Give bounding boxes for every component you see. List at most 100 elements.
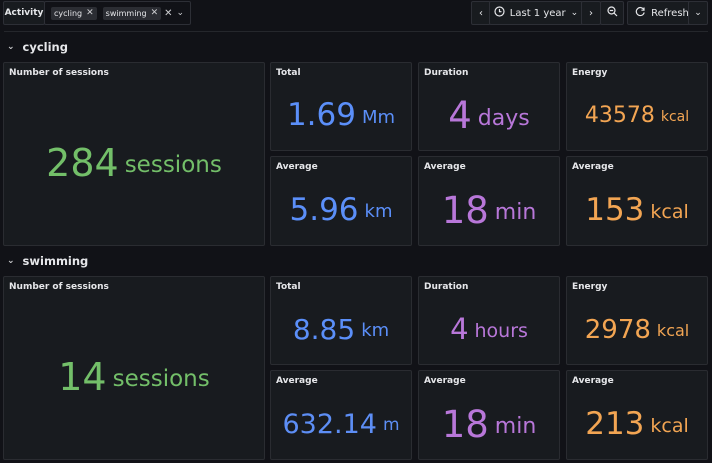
stat-number: 5.96 (289, 191, 359, 228)
stat-number: 1.69 (286, 97, 356, 133)
chevron-down-icon[interactable]: ⌄ (7, 42, 15, 52)
stat-number: 43578 (584, 102, 655, 128)
panel-title: Total (276, 68, 301, 78)
panel-title: Average (276, 162, 318, 172)
panel-average-energy: Average 153 kcal (566, 156, 708, 246)
panel-average-distance: Average 5.96 km (270, 156, 412, 246)
panel-sessions: Number of sessions 284 sessions (3, 62, 265, 246)
stat-value: 153 kcal (567, 175, 707, 245)
stat-unit: m (382, 415, 400, 435)
panel-total: Total 1.69 Mm (270, 62, 412, 151)
panel-title: Total (276, 282, 301, 292)
stat-value: 5.96 km (271, 175, 411, 245)
stat-unit: min (494, 200, 537, 225)
panel-title: Duration (424, 282, 469, 292)
row-title: swimming (22, 254, 89, 268)
divider (4, 31, 708, 32)
stat-value: 213 kcal (567, 389, 707, 459)
stat-number: 18 (441, 402, 489, 446)
refresh-interval-dropdown[interactable]: ⌄ (688, 1, 708, 25)
stat-value: 2978 kcal (567, 295, 707, 364)
panel-title: Average (572, 162, 614, 172)
activity-variable-label: Activity (3, 1, 45, 25)
clear-icon[interactable]: ✕ (164, 8, 172, 19)
panel-average-distance: Average 632.14 m (270, 370, 412, 460)
refresh-icon (635, 6, 646, 20)
chip-cycling[interactable]: cycling ✕ (51, 6, 97, 20)
stat-value: 14 sessions (4, 295, 264, 459)
stat-value: 18 min (419, 175, 559, 245)
panel-title: Duration (424, 68, 469, 78)
chevron-down-icon: ⌄ (694, 8, 702, 18)
panel-duration: Duration 4 hours (418, 276, 560, 365)
chevron-down-icon: ⌄ (570, 8, 579, 18)
chip-swimming[interactable]: swimming ✕ (102, 6, 162, 20)
panel-total: Total 8.85 km (270, 276, 412, 365)
stat-number: 14 (58, 355, 107, 399)
stat-unit: kcal (650, 200, 689, 223)
time-back-button[interactable]: ‹ (471, 1, 491, 25)
activity-variable-select[interactable]: cycling ✕ swimming ✕ ✕ ⌄ (44, 1, 191, 25)
panel-title: Number of sessions (9, 282, 109, 292)
panel-title: Average (276, 376, 318, 386)
stat-unit: min (494, 414, 537, 439)
chevron-left-icon: ‹ (479, 7, 483, 19)
refresh-label: Refresh (651, 7, 689, 19)
time-forward-button[interactable]: › (581, 1, 601, 25)
row-title: cycling (22, 40, 68, 54)
close-icon[interactable]: ✕ (86, 8, 94, 18)
panel-title: Average (424, 376, 466, 386)
stat-number: 4 (450, 312, 469, 346)
time-range-picker[interactable]: Last 1 year ⌄ (489, 1, 583, 25)
stat-number: 8.85 (292, 312, 356, 346)
time-range-label: Last 1 year (509, 7, 566, 19)
panel-duration: Duration 4 days (418, 62, 560, 151)
panel-average-duration: Average 18 min (418, 370, 560, 460)
chevron-down-icon[interactable]: ⌄ (7, 256, 15, 266)
stat-value: 4 hours (419, 295, 559, 364)
stat-number: 18 (441, 188, 489, 232)
stat-value: 8.85 km (271, 295, 411, 364)
chevron-down-icon[interactable]: ⌄ (176, 8, 184, 18)
zoom-out-icon (606, 6, 618, 20)
row-header-swimming[interactable]: ⌄ swimming (0, 249, 712, 273)
zoom-out-button[interactable] (600, 1, 624, 25)
stat-value: 18 min (419, 389, 559, 459)
chip-label: swimming (105, 8, 147, 18)
stat-unit: hours (474, 320, 528, 342)
dashboard-toolbar: Activity cycling ✕ swimming ✕ ✕ ⌄ ‹ Last… (0, 0, 712, 26)
refresh-button[interactable]: Refresh (627, 1, 697, 25)
panel-sessions: Number of sessions 14 sessions (3, 276, 265, 460)
close-icon[interactable]: ✕ (151, 8, 159, 18)
panel-title: Average (424, 162, 466, 172)
stat-unit: days (477, 105, 530, 131)
panel-title: Average (572, 376, 614, 386)
panel-title: Number of sessions (9, 68, 109, 78)
stat-number: 284 (46, 141, 119, 185)
panel-energy: Energy 2978 kcal (566, 276, 708, 365)
stat-number: 213 (585, 405, 645, 442)
stat-unit: kcal (660, 108, 690, 125)
stat-number: 153 (585, 191, 645, 228)
panel-energy: Energy 43578 kcal (566, 62, 708, 151)
stat-number: 2978 (584, 314, 651, 345)
panel-title: Energy (572, 282, 608, 292)
stat-value: 632.14 m (271, 389, 411, 459)
chevron-right-icon: › (589, 7, 593, 19)
stat-value: 1.69 Mm (271, 81, 411, 150)
row-header-cycling[interactable]: ⌄ cycling (0, 35, 712, 59)
panel-title: Energy (572, 68, 608, 78)
panel-average-energy: Average 213 kcal (566, 370, 708, 460)
stat-number: 4 (448, 94, 472, 137)
clock-icon (494, 6, 505, 20)
stat-unit: sessions (124, 152, 222, 178)
stat-number: 632.14 (282, 408, 377, 440)
stat-unit: kcal (650, 414, 689, 437)
stat-unit: sessions (112, 366, 210, 392)
stat-value: 284 sessions (4, 81, 264, 245)
stat-value: 4 days (419, 81, 559, 150)
stat-unit: km (364, 201, 393, 222)
stat-unit: Mm (361, 106, 396, 128)
stat-unit: km (361, 320, 390, 341)
panel-average-duration: Average 18 min (418, 156, 560, 246)
